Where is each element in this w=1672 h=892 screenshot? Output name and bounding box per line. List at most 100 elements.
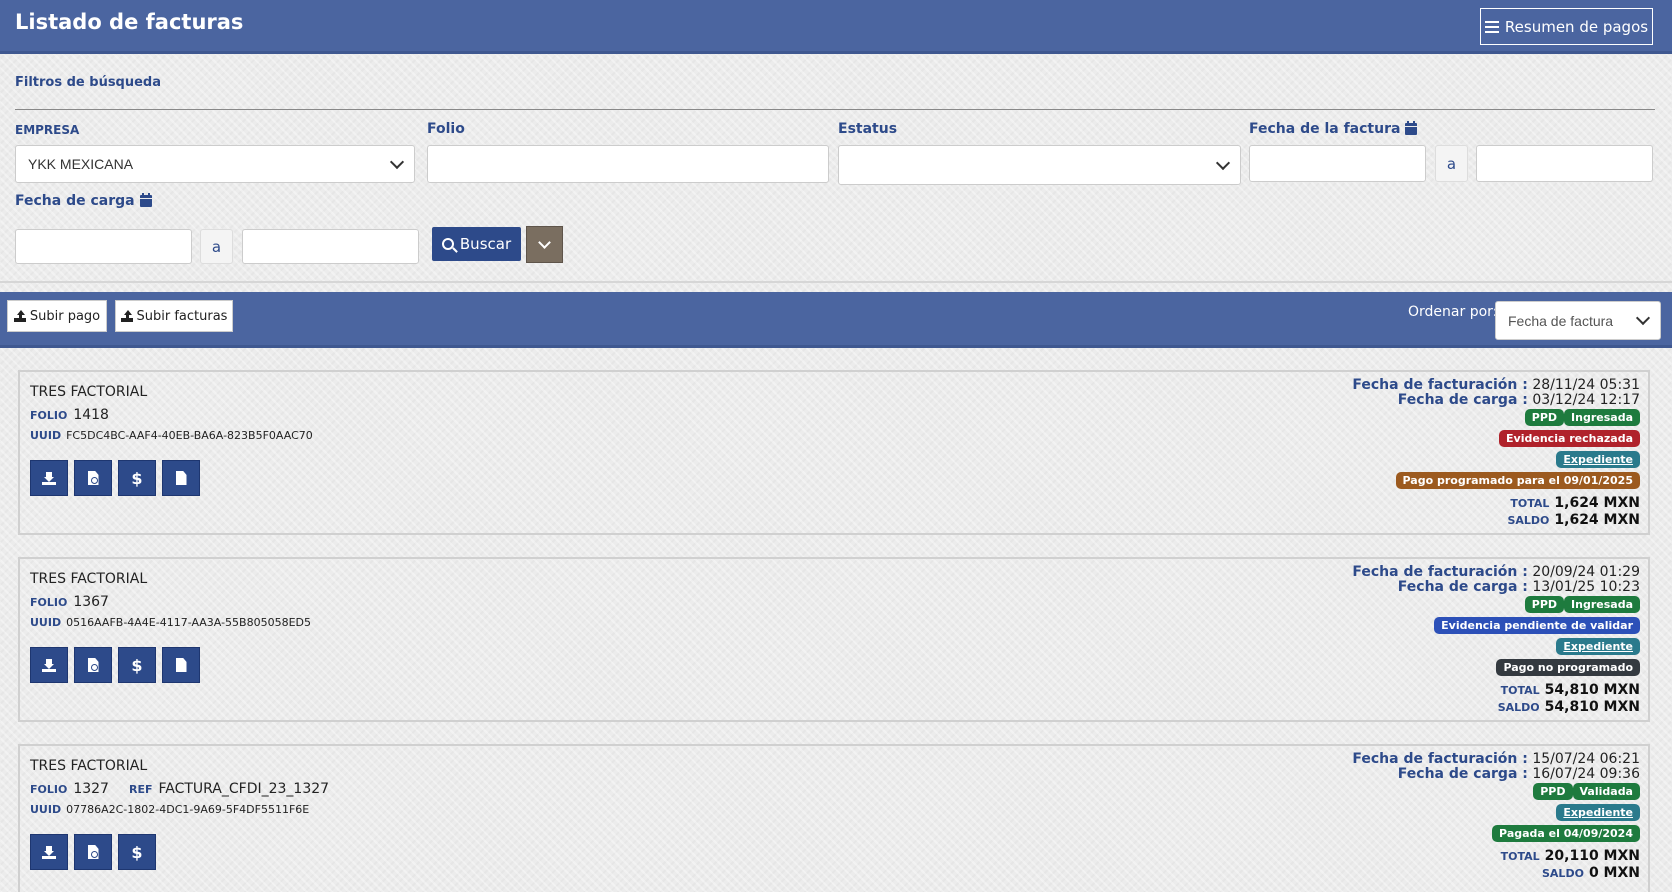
total-row: TOTAL 1,624 MXN (1352, 495, 1640, 512)
invoice-actions: $ (30, 834, 156, 870)
saldo-value: 0 MXN (1588, 865, 1640, 881)
invoice-actions: $ (30, 647, 200, 683)
expediente-link[interactable]: Expediente (1556, 451, 1640, 468)
download-button[interactable] (30, 834, 68, 870)
fecha-carga-label: Fecha de carga : (1397, 579, 1528, 595)
total-value: 20,110 MXN (1544, 848, 1640, 864)
empresa-select[interactable]: YKK MEXICANA (15, 145, 415, 183)
invoice-totals: TOTAL 1,624 MXN SALDO 1,624 MXN (1352, 495, 1640, 529)
results-toolbar: Subir pago Subir facturas Ordenar por: F… (0, 292, 1672, 348)
download-icon (42, 845, 56, 859)
invoice-uuid-line: UUID 07786A2C-1802-4DC1-9A69-5F4DF5511F6… (30, 803, 309, 816)
dollar-icon: $ (131, 468, 143, 488)
fecha-carga-desde-input[interactable] (15, 229, 192, 264)
fecha-carga-line: Fecha de carga : 16/07/24 09:36 (1352, 767, 1640, 782)
list-icon (1484, 20, 1499, 33)
invoice-totals: TOTAL 20,110 MXN SALDO 0 MXN (1352, 848, 1640, 882)
fecha-facturacion-value: 20/09/24 01:29 (1532, 564, 1640, 580)
invoice-uuid-line: UUID 0516AAFB-4A4E-4117-AA3A-55B805058ED… (30, 616, 311, 629)
fecha-facturacion-value: 28/11/24 05:31 (1532, 377, 1640, 393)
download-button[interactable] (30, 647, 68, 683)
pago-badge: Pago no programado (1496, 659, 1640, 676)
estatus-label: Estatus (838, 121, 897, 137)
saldo-row: SALDO 54,810 MXN (1352, 699, 1640, 716)
file-button[interactable] (162, 647, 200, 683)
ordenar-select[interactable]: Fecha de factura (1495, 301, 1661, 340)
fecha-carga-value: 03/12/24 12:17 (1532, 392, 1640, 408)
pdf-button[interactable] (74, 647, 112, 683)
calendar-icon[interactable] (139, 193, 152, 207)
calendar-icon[interactable] (1405, 121, 1418, 135)
pago-button[interactable]: $ (118, 647, 156, 683)
dollar-icon: $ (131, 842, 143, 862)
fecha-carga-value: 13/01/25 10:23 (1532, 579, 1640, 595)
uuid-label: UUID (30, 803, 62, 816)
fecha-carga-line: Fecha de carga : 13/01/25 10:23 (1352, 580, 1640, 595)
upload-icon (120, 310, 133, 322)
invoice-company: TRES FACTORIAL (30, 384, 148, 400)
badge-row: PPD Validada (1533, 783, 1640, 800)
invoice-uuid-line: UUID FC5DC4BC-AAF4-40EB-BA6A-823B5F0AAC7… (30, 429, 313, 442)
badge-row: PPD Ingresada (1524, 596, 1640, 613)
fecha-carga-range-sep: a (200, 229, 233, 264)
fecha-factura-label: Fecha de la factura (1249, 121, 1418, 137)
folio-label-text: Folio (427, 121, 465, 137)
pdf-button[interactable] (74, 834, 112, 870)
fecha-facturacion-value: 15/07/24 06:21 (1532, 751, 1640, 767)
download-button[interactable] (30, 460, 68, 496)
total-label: TOTAL (1500, 684, 1540, 697)
invoice-folio-line: FOLIO 1367 (30, 594, 109, 610)
folio-label: FOLIO (30, 596, 68, 609)
fecha-facturacion-line: Fecha de facturación : 20/09/24 01:29 (1352, 565, 1640, 580)
invoice-folio: 1367 (73, 594, 109, 610)
pago-badge: Pagada el 04/09/2024 (1492, 825, 1640, 842)
pdf-icon (87, 471, 99, 485)
download-icon (42, 471, 56, 485)
pdf-icon (87, 845, 99, 859)
fecha-factura-hasta-input[interactable] (1476, 145, 1653, 182)
invoice-card: TRES FACTORIAL FOLIO 1367 UUID 0516AAFB-… (18, 557, 1650, 722)
chevron-down-icon (389, 154, 405, 169)
status-badges: PPD Ingresada Evidencia pendiente de val… (1352, 596, 1640, 676)
pdf-icon (87, 658, 99, 672)
total-row: TOTAL 20,110 MXN (1352, 848, 1640, 865)
total-label: TOTAL (1500, 850, 1540, 863)
invoice-folio: 1418 (73, 407, 109, 423)
folio-input[interactable] (427, 145, 829, 183)
file-button[interactable] (162, 460, 200, 496)
pago-button[interactable]: $ (118, 834, 156, 870)
fecha-facturacion-label: Fecha de facturación : (1352, 564, 1528, 580)
buscar-button[interactable]: Buscar (432, 227, 521, 261)
fecha-carga-label: Fecha de carga (15, 193, 152, 209)
subir-facturas-label: Subir facturas (136, 308, 228, 324)
fecha-facturacion-line: Fecha de facturación : 15/07/24 06:21 (1352, 752, 1640, 767)
subir-pago-button[interactable]: Subir pago (7, 300, 107, 332)
status-badge: Ingresada (1564, 596, 1640, 613)
expediente-link[interactable]: Expediente (1556, 804, 1640, 821)
more-filters-button[interactable] (526, 226, 563, 263)
fecha-factura-range-sep: a (1435, 145, 1468, 182)
invoice-company: TRES FACTORIAL (30, 758, 148, 774)
resumen-pagos-button[interactable]: Resumen de pagos (1480, 8, 1653, 45)
ref-label: REF (128, 783, 153, 796)
saldo-row: SALDO 0 MXN (1352, 865, 1640, 882)
estatus-select[interactable] (838, 145, 1241, 185)
status-badge: Validada (1572, 783, 1640, 800)
pago-button[interactable]: $ (118, 460, 156, 496)
pdf-button[interactable] (74, 460, 112, 496)
total-row: TOTAL 54,810 MXN (1352, 682, 1640, 699)
fecha-carga-line: Fecha de carga : 03/12/24 12:17 (1352, 393, 1640, 408)
filters-panel: Filtros de búsqueda EMPRESA YKK MEXICANA… (0, 57, 1672, 283)
folio-label: FOLIO (30, 783, 68, 796)
saldo-row: SALDO 1,624 MXN (1352, 512, 1640, 529)
folio-label: FOLIO (30, 409, 68, 422)
expediente-link[interactable]: Expediente (1556, 638, 1640, 655)
invoice-uuid: 0516AAFB-4A4E-4117-AA3A-55B805058ED5 (66, 616, 312, 629)
saldo-label: SALDO (1497, 701, 1540, 714)
fecha-carga-hasta-input[interactable] (242, 229, 419, 264)
fecha-carga-value: 16/07/24 09:36 (1532, 766, 1640, 782)
download-icon (42, 658, 56, 672)
fecha-factura-desde-input[interactable] (1249, 145, 1426, 182)
subir-facturas-button[interactable]: Subir facturas (115, 300, 233, 332)
invoice-totals: TOTAL 54,810 MXN SALDO 54,810 MXN (1352, 682, 1640, 716)
